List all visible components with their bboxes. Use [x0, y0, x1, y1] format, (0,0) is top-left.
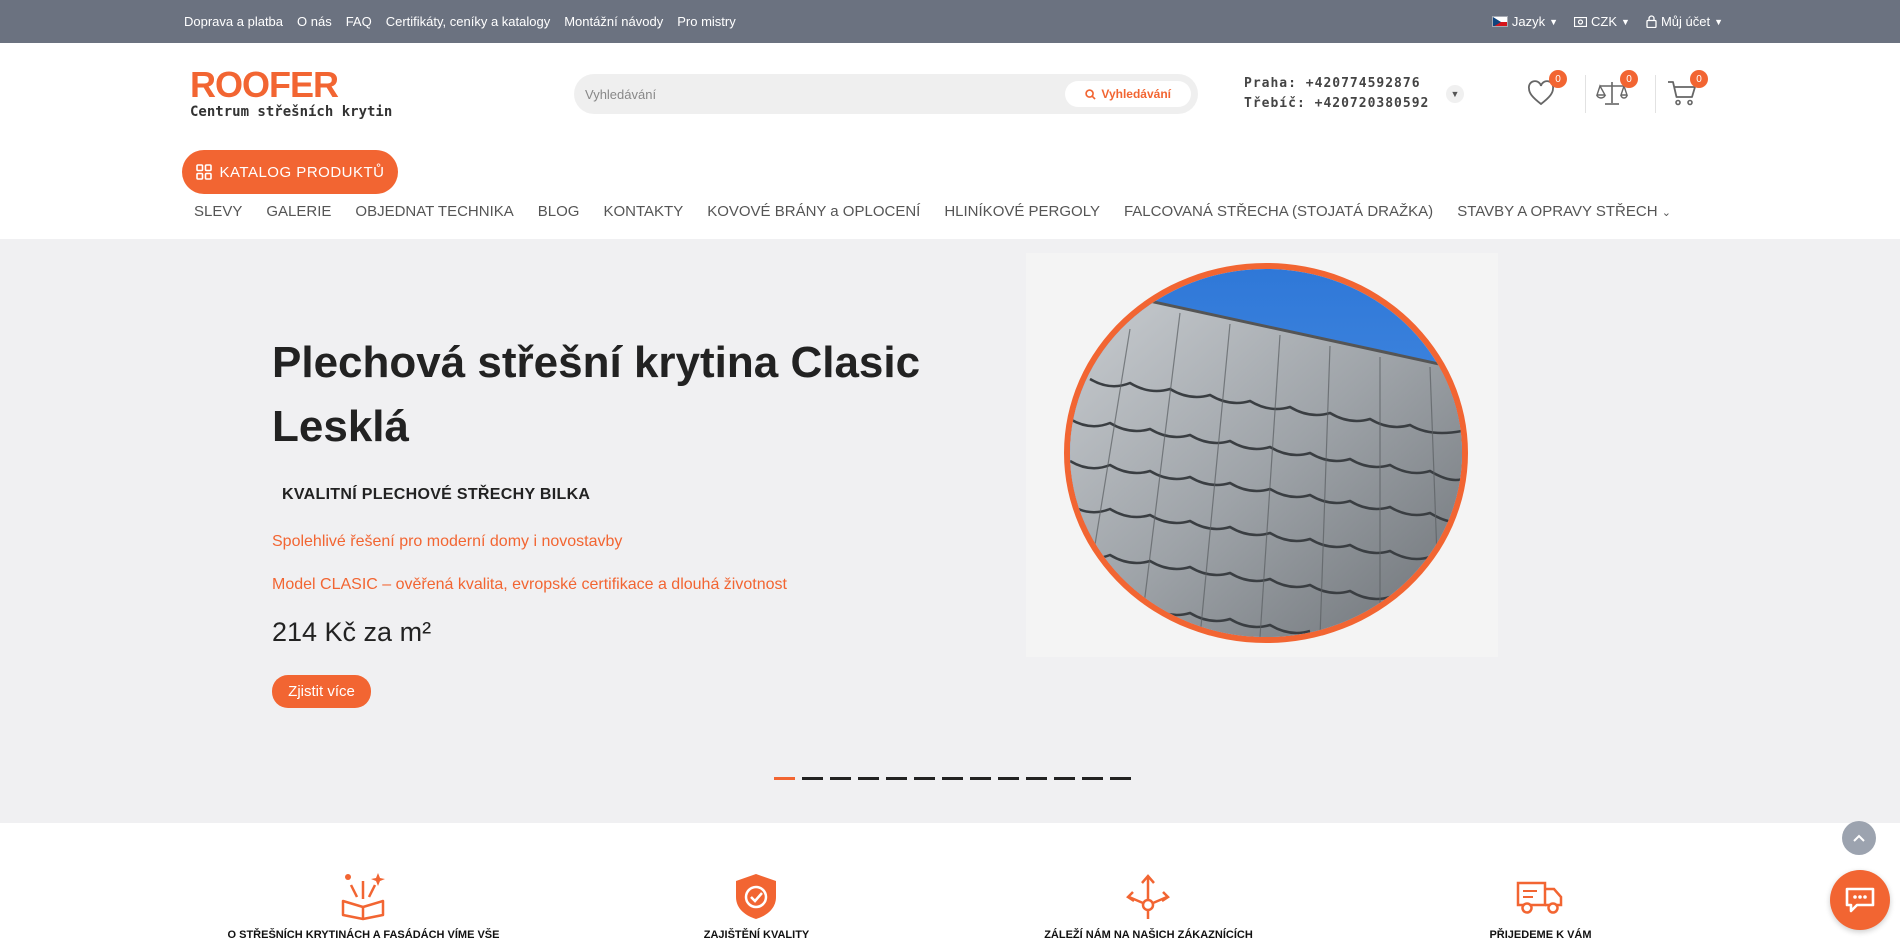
slider-dot[interactable] — [970, 777, 991, 780]
nav-item-blog[interactable]: BLOG — [538, 203, 580, 220]
nav-item-objednat-technika[interactable]: OBJEDNAT TECHNIKA — [355, 203, 513, 220]
nav-item-stavby-label: STAVBY A OPRAVY STŘECH — [1457, 203, 1658, 220]
top-link-certifikaty[interactable]: Certifikáty, ceníky a katalogy — [386, 14, 551, 29]
feature-text: ZAJIŠTĚNÍ KVALITY — [703, 929, 810, 940]
hero-slider: Plechová střešní krytina Clasic Lesklá K… — [0, 239, 1900, 823]
search-icon — [1085, 88, 1097, 100]
hero-price: 214 Kč za m² — [272, 617, 432, 647]
contact-phones: Praha: +420774592876 Třebíč: +4207203805… — [1244, 74, 1429, 114]
chevron-up-icon — [1853, 834, 1865, 842]
scroll-to-top-button[interactable] — [1842, 821, 1876, 855]
feature-card-expertise: O STŘEŠNÍCH KRYTINÁCH A FASÁDÁCH VÍME VŠ… — [183, 863, 544, 940]
feature-card-delivery: PŘIJEDEME K VÁM — [1360, 863, 1721, 940]
logo-wordmark: ROOFER — [190, 64, 339, 105]
top-link-faq[interactable]: FAQ — [346, 14, 372, 29]
search-input[interactable] — [574, 74, 1066, 114]
arrows-out-icon — [1126, 874, 1170, 919]
nav-item-kontakty[interactable]: KONTAKTY — [603, 203, 683, 220]
shield-check-icon — [736, 874, 776, 919]
search-button[interactable]: Vyhledávání — [1065, 81, 1191, 107]
slider-dot[interactable] — [998, 777, 1019, 780]
feature-card-quality: ZAJIŠTĚNÍ KVALITY — [576, 863, 937, 940]
book-icon — [341, 873, 385, 921]
language-dropdown[interactable]: Jazyk ▼ — [1491, 14, 1559, 29]
catalog-button[interactable]: KATALOG PRODUKTŮ — [182, 150, 398, 194]
slider-dots — [774, 777, 1131, 780]
caret-down-icon: ▼ — [1714, 16, 1723, 27]
caret-down-icon: ▼ — [1621, 16, 1630, 27]
caret-down-icon: ▼ — [1450, 89, 1460, 99]
feature-card-customers: ZÁLEŽÍ NÁM NA NAŠICH ZÁKAZNÍCÍCH — [968, 863, 1329, 940]
logo-tagline: Centrum střešních krytin — [190, 104, 393, 120]
currency-dropdown[interactable]: CZK ▼ — [1574, 14, 1630, 29]
chat-button[interactable] — [1830, 870, 1890, 930]
slider-dot[interactable] — [1026, 777, 1047, 780]
slider-dot[interactable] — [886, 777, 907, 780]
compare-count-badge: 0 — [1620, 70, 1638, 88]
phone-praha[interactable]: Praha: +420774592876 — [1244, 74, 1429, 94]
search-button-label: Vyhledávání — [1101, 87, 1171, 101]
czech-flag-icon — [1491, 16, 1508, 27]
caret-down-icon: ▼ — [1549, 16, 1559, 27]
slider-dot[interactable] — [914, 777, 935, 780]
wishlist-count-badge: 0 — [1549, 70, 1567, 88]
truck-icon — [1516, 881, 1563, 914]
hero-tagline-2: Model CLASIC – ověřená kvalita, evropské… — [272, 576, 787, 593]
slider-dot[interactable] — [802, 777, 823, 780]
chat-icon — [1845, 887, 1875, 913]
grid-icon — [195, 164, 212, 180]
compare-button[interactable]: 0 — [1592, 70, 1638, 113]
money-icon — [1574, 16, 1588, 27]
currency-label: CZK — [1591, 14, 1618, 29]
slider-dot[interactable] — [858, 777, 879, 780]
nav-item-stavby-a-opravy[interactable]: STAVBY A OPRAVY STŘECH ⌄ — [1457, 203, 1671, 220]
phone-trebic[interactable]: Třebíč: +420720380592 — [1244, 94, 1429, 114]
search-bar: Vyhledávání — [574, 74, 1198, 114]
top-link-o-nas[interactable]: O nás — [297, 14, 332, 29]
nav-item-galerie[interactable]: GALERIE — [266, 203, 331, 220]
slider-dot[interactable] — [1054, 777, 1075, 780]
top-link-pro-mistry[interactable]: Pro mistry — [677, 14, 736, 29]
slider-dot[interactable] — [1082, 777, 1103, 780]
slider-dot-active[interactable] — [774, 777, 795, 780]
header-divider — [1585, 75, 1586, 113]
catalog-button-label: KATALOG PRODUKTŮ — [219, 163, 385, 181]
feature-text: O STŘEŠNÍCH KRYTINÁCH A FASÁDÁCH VÍME VŠ… — [227, 929, 500, 940]
top-link-doprava[interactable]: Doprava a platba — [184, 14, 283, 29]
hero-subtitle: KVALITNÍ PLECHOVÉ STŘECHY BILKA — [282, 486, 591, 503]
roof-tiles-image — [1064, 263, 1468, 643]
phones-toggle-button[interactable]: ▼ — [1446, 85, 1464, 103]
top-links: Doprava a platba O nás FAQ Certifikáty, … — [184, 0, 736, 43]
account-dropdown[interactable]: Můj účet ▼ — [1646, 14, 1723, 29]
hero-tagline-1: Spolehlivé řešení pro moderní domy i nov… — [272, 533, 623, 550]
language-label: Jazyk — [1511, 14, 1546, 29]
nav-item-falcovana-strecha[interactable]: FALCOVANÁ STŘECHA (STOJATÁ DRAŽKA) — [1124, 203, 1433, 220]
top-link-montazni-navody[interactable]: Montážní návody — [564, 14, 663, 29]
account-label: Můj účet — [1660, 14, 1711, 29]
learn-more-button[interactable]: Zjistit více — [272, 675, 371, 708]
slider-dot[interactable] — [1110, 777, 1131, 780]
chevron-down-icon: ⌄ — [1661, 207, 1671, 219]
slider-dot[interactable] — [830, 777, 851, 780]
hero-title: Plechová střešní krytina Clasic Lesklá — [272, 338, 921, 451]
nav-item-slevy[interactable]: SLEVY — [194, 203, 242, 220]
wishlist-button[interactable]: 0 — [1521, 70, 1567, 113]
feature-text: PŘIJEDEME K VÁM — [1489, 929, 1592, 940]
lock-icon — [1646, 15, 1657, 28]
cart-count-badge: 0 — [1690, 70, 1708, 88]
slider-dot[interactable] — [942, 777, 963, 780]
nav-item-kovove-brany[interactable]: KOVOVÉ BRÁNY a OPLOCENÍ — [707, 203, 920, 220]
top-right-controls: Jazyk ▼ CZK ▼ Můj účet ▼ — [1491, 0, 1723, 43]
feature-text: ZÁLEŽÍ NÁM NA NAŠICH ZÁKAZNÍCÍCH — [1044, 929, 1253, 940]
site-header: ROOFER Centrum střešních krytin Vyhledáv… — [0, 43, 1900, 239]
nav-item-hlinikove-pergoly[interactable]: HLINÍKOVÉ PERGOLY — [944, 203, 1100, 220]
site-logo[interactable]: ROOFER Centrum střešních krytin — [190, 64, 430, 121]
cart-button[interactable]: 0 — [1662, 70, 1708, 113]
main-nav: SLEVY GALERIE OBJEDNAT TECHNIKA BLOG KON… — [194, 203, 1671, 220]
top-bar: Doprava a platba O nás FAQ Certifikáty, … — [0, 0, 1900, 43]
header-divider — [1655, 75, 1656, 113]
